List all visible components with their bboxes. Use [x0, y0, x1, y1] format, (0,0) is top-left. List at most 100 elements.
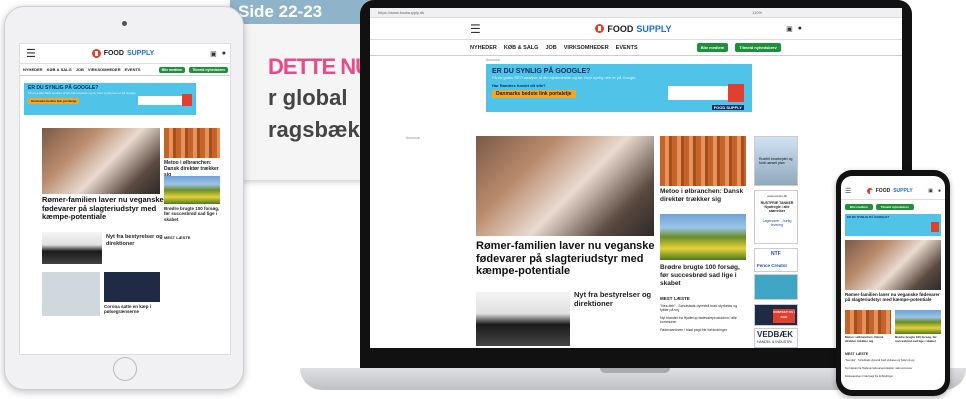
logo-prefix: FOOD — [103, 50, 124, 57]
story3-image[interactable] — [164, 176, 220, 204]
main-story-image[interactable] — [476, 136, 654, 236]
story4-image[interactable] — [42, 232, 102, 264]
google-ad-banner[interactable]: ER DU SYNLIG PÅ GOOGLE? Få en gratis SEO… — [486, 64, 752, 112]
phone-header: ☰ FOOD SUPPLY ▣ ● — [841, 182, 945, 200]
most-read-item-2[interactable]: Nyt blandet fra Hjallerup fødevareproduk… — [660, 316, 746, 324]
story5-image[interactable] — [104, 272, 160, 302]
site-logo[interactable]: FOOD SUPPLY — [595, 23, 672, 34]
menu-icon[interactable]: ☰ — [470, 22, 481, 36]
most-read-item-1[interactable]: "Nes-tlek" - Schulstads dyrestrå brød st… — [660, 304, 746, 312]
poster-pink-text: DETTE NU — [268, 54, 371, 79]
nav-events[interactable]: EVENTS — [616, 45, 638, 51]
main-headline[interactable]: Rømer-familien laver nu veganske fødevar… — [845, 292, 941, 302]
side-ad-kontakt[interactable]: KONTAKT OS I DAG — [754, 304, 798, 326]
main-story-image[interactable] — [845, 240, 941, 290]
ad-title: ER DU SYNLIG PÅ GOOGLE? — [847, 215, 890, 219]
nav-kob-salg[interactable]: KØB & SALG — [504, 45, 539, 51]
story2-image[interactable] — [660, 136, 746, 186]
ad-cta[interactable]: Danmarks bedste link portaletje — [28, 98, 80, 104]
story3-headline[interactable]: Brødre brugte 100 forsøg, før succesbrød… — [164, 206, 222, 222]
nav-job[interactable]: JOB — [76, 67, 84, 72]
nav-nyheder[interactable]: NYHEDER — [23, 67, 43, 72]
ad-search-icon[interactable] — [728, 84, 744, 102]
nav-events[interactable]: EVENTS — [125, 67, 141, 72]
most-read-item-1[interactable]: "Nes-tlek" - Schulstads dyrestrå brød st… — [845, 359, 941, 362]
background-poster: Side 22-23 DETTE NU r global ragsbæk t — [230, 0, 380, 180]
ad-search-icon[interactable] — [931, 222, 939, 232]
browser-toolbar: https://www.foodsupply.dk 110% — [370, 8, 902, 18]
zoom-level[interactable]: 110% — [752, 10, 762, 15]
google-ad-banner[interactable]: ER DU SYNLIG PÅ GOOGLE? Få en gratis SEO… — [24, 83, 196, 115]
ad-search-icon[interactable] — [182, 94, 192, 106]
user-icon[interactable]: ● — [938, 188, 941, 194]
magazine-promo[interactable] — [42, 272, 100, 316]
story2-image[interactable] — [164, 128, 220, 158]
main-headline[interactable]: Rømer-familien laver nu veganske fødevar… — [42, 195, 164, 222]
kontakt-badge: KONTAKT OS I DAG — [773, 309, 795, 323]
ntf-logo: NTF — [771, 251, 781, 257]
user-icon[interactable]: ● — [798, 25, 802, 33]
nav-kob-salg[interactable]: KØB & SALG — [47, 67, 72, 72]
logo-prefix: FOOD — [875, 187, 891, 194]
side-ad-vedbaek[interactable]: VEDBÆK HANDEL & INDUSTRI — [754, 328, 798, 348]
side-ad-photo[interactable]: Rustfrit bearbejdet og fuldt uanset plan — [754, 136, 798, 186]
user-icon[interactable]: ● — [222, 50, 226, 58]
logo-icon — [91, 49, 101, 58]
logo-prefix: FOOD — [607, 23, 634, 34]
nav-job[interactable]: JOB — [545, 45, 556, 51]
ad-cta[interactable]: Danmarks bedste link portaletje — [492, 90, 576, 98]
main-headline[interactable]: Rømer-familien laver nu veganske fødevar… — [476, 240, 656, 278]
nav-nyheder[interactable]: NYHEDER — [470, 45, 497, 51]
side-ad-rustfri[interactable]: www.sccom.dk RUSTFRIE TANKER Nyafregte i… — [754, 190, 798, 244]
flag-icon[interactable]: ▣ — [928, 188, 933, 194]
nav-virksomheder[interactable]: VIRKSOMHEDER — [564, 45, 609, 51]
story4-image[interactable] — [476, 292, 570, 346]
story3-image[interactable] — [895, 310, 941, 334]
story5-headline[interactable]: Corona satte en kæp i pølsegrænserne — [104, 304, 162, 315]
tablet-home-button[interactable] — [113, 357, 137, 381]
google-ad-banner[interactable]: ER DU SYNLIG PÅ GOOGLE? — [845, 214, 941, 236]
main-story-image[interactable] — [42, 128, 160, 194]
story2-headline[interactable]: Metoo i ølbranchen: Dansk direktør trækk… — [660, 188, 750, 204]
story2-image[interactable] — [845, 310, 891, 334]
poster-title: Side 22-23 — [230, 0, 380, 24]
laptop-notch — [600, 368, 670, 373]
header-icons: ▣ ● — [928, 188, 941, 194]
story3-image[interactable] — [660, 214, 746, 260]
vedbaek-logo: VEDBÆK — [757, 330, 794, 339]
most-read-heading: MEST LÆSTE — [164, 235, 191, 240]
nav-virksomheder[interactable]: VIRKSOMHEDER — [88, 67, 121, 72]
side-ad-ntf[interactable]: NTF Fence Creator — [754, 248, 798, 272]
subscribe-button[interactable]: Bliv medlem — [158, 66, 186, 73]
vedbaek-sub: HANDEL & INDUSTRI — [757, 340, 792, 344]
story4-headline[interactable]: Nyt fra bestyrelser og direktioner — [106, 234, 164, 247]
story3-headline[interactable]: Brødre brugte 100 forsøg, før succesbrød… — [895, 335, 941, 343]
fence-creator-label: Fence Creator — [757, 263, 788, 268]
most-read-item-3[interactable]: Fødevareloven i blød pagt frie forhindri… — [660, 328, 746, 332]
tablet-camera — [122, 21, 127, 26]
subscribe-button[interactable]: Bliv medlem — [845, 204, 873, 210]
flag-icon[interactable]: ▣ — [210, 50, 217, 58]
most-read-item-3[interactable]: Fødevareloven i blød pagt frie forhindri… — [845, 375, 941, 378]
ad-subtitle: Få en gratis SEO analyse af din hjemmesi… — [28, 91, 137, 95]
menu-icon[interactable]: ☰ — [26, 47, 36, 60]
story3-headline[interactable]: Brødre brugte 100 forsøg, før succesbrød… — [660, 264, 750, 287]
story2-headline[interactable]: Metoo i ølbranchen: Dansk direktør trækk… — [845, 335, 891, 343]
subscribe-button[interactable]: Bliv medlem — [696, 43, 729, 52]
side-ad-fence[interactable] — [754, 274, 798, 300]
newsletter-button[interactable]: Tilmeld nyhedsbrev — [735, 43, 781, 52]
flag-icon[interactable]: ▣ — [786, 25, 793, 33]
newsletter-button[interactable]: Tilmeld nyhedsbrev — [875, 204, 914, 210]
menu-icon[interactable]: ☰ — [845, 187, 851, 195]
site-logo[interactable]: FOOD SUPPLY — [91, 49, 154, 58]
most-read-item-2[interactable]: Nyt blandet fra Hjallerup fødevareproduk… — [845, 367, 941, 370]
site-logo[interactable]: FOOD SUPPLY — [866, 187, 913, 195]
story4-headline[interactable]: Nyt fra bestyrelser og direktioner — [574, 290, 658, 308]
url-bar[interactable]: https://www.foodsupply.dk — [378, 10, 424, 15]
laptop-nav: NYHEDER KØB & SALG JOB VIRKSOMHEDER EVEN… — [370, 40, 902, 56]
laptop-screen: https://www.foodsupply.dk 110% ☰ FOOD SU… — [370, 8, 902, 348]
newsletter-button[interactable]: Tilmeld nyhedsbrev — [189, 66, 229, 73]
poster-line-1: r global — [268, 85, 348, 110]
poster-line-2: ragsbæk t — [268, 117, 374, 142]
ad-input-box — [138, 96, 182, 105]
